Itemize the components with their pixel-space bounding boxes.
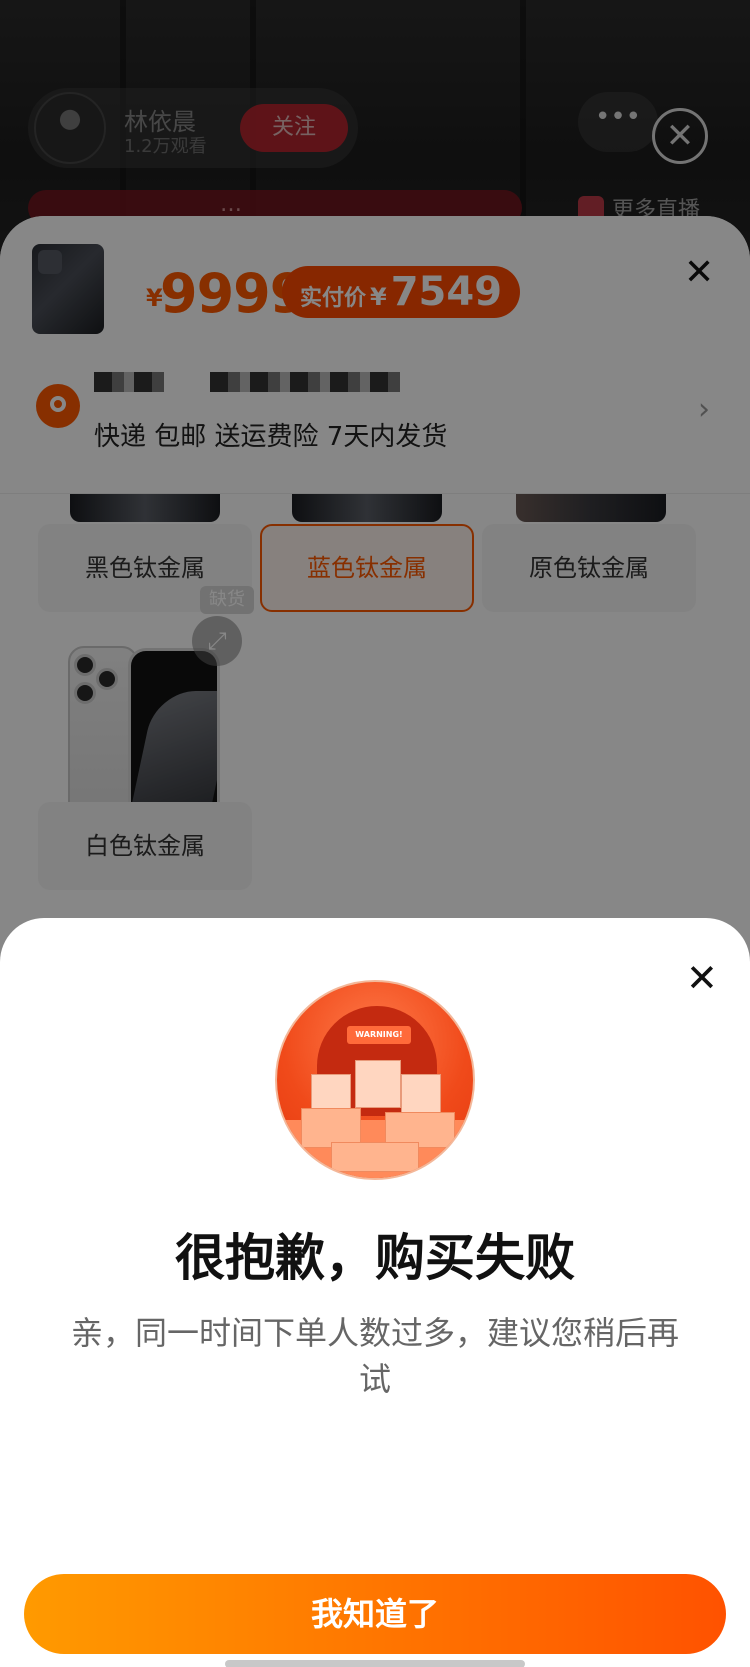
failure-title: 很抱歉，购买失败 — [175, 1229, 575, 1287]
home-indicator[interactable] — [225, 1660, 525, 1667]
confirm-button[interactable]: 我知道了 — [24, 1574, 726, 1654]
close-icon[interactable]: ✕ — [686, 956, 718, 1000]
warning-illustration: WARNING! — [275, 980, 475, 1180]
failure-description: 亲，同一时间下单人数过多，建议您稍后再试 — [70, 1314, 679, 1398]
warning-banner-text: WARNING! — [347, 1026, 411, 1044]
purchase-failed-sheet: ✕ WARNING! 很抱歉，购买失败 亲，同一时间下单人数过多，建议您稍后再试… — [0, 918, 750, 1667]
